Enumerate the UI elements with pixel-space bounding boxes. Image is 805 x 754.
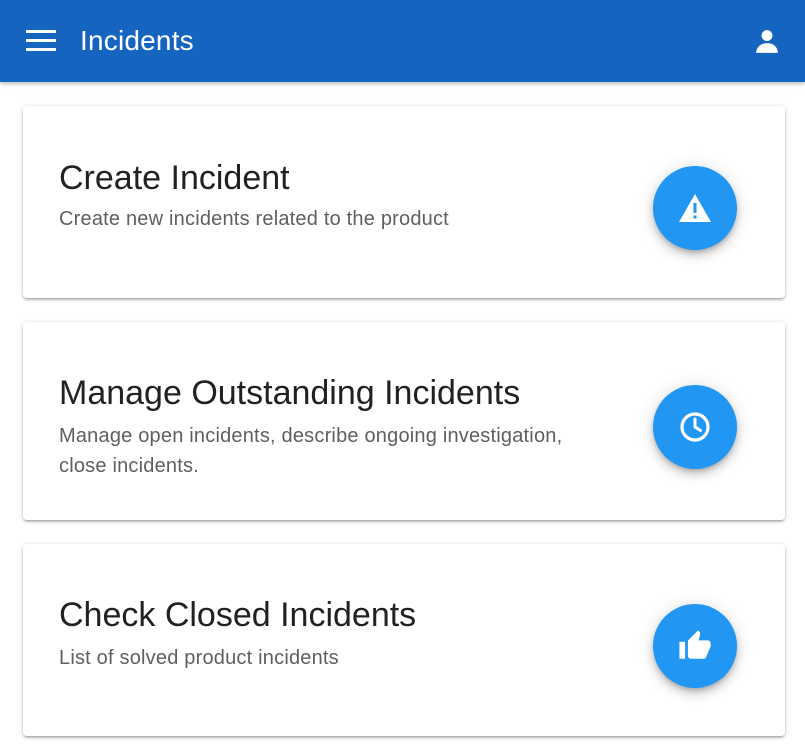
card-title: Check Closed Incidents bbox=[59, 596, 417, 634]
app-bar: Incidents bbox=[0, 0, 805, 82]
card-title: Manage Outstanding Incidents bbox=[59, 374, 521, 412]
create-incident-card[interactable]: Create Incident Create new incidents rel… bbox=[23, 106, 785, 298]
thumb-up-icon bbox=[677, 629, 713, 663]
account-button[interactable] bbox=[747, 21, 787, 61]
card-description: Manage open incidents, describe ongoing … bbox=[59, 425, 563, 477]
page-title: Incidents bbox=[80, 25, 194, 56]
card-description: Create new incidents related to the prod… bbox=[59, 208, 449, 230]
manage-incidents-button[interactable] bbox=[653, 385, 737, 469]
warning-icon bbox=[677, 192, 713, 224]
closed-incidents-card[interactable]: Check Closed Incidents List of solved pr… bbox=[23, 544, 785, 736]
closed-incidents-button[interactable] bbox=[653, 604, 737, 688]
card-title: Create Incident bbox=[59, 159, 290, 197]
account-icon bbox=[754, 28, 780, 54]
menu-icon bbox=[26, 30, 56, 52]
card-description: List of solved product incidents bbox=[59, 647, 339, 669]
manage-incidents-card[interactable]: Manage Outstanding Incidents Manage open… bbox=[23, 322, 785, 520]
create-incident-button[interactable] bbox=[653, 166, 737, 250]
clock-icon bbox=[678, 410, 712, 444]
menu-button[interactable] bbox=[21, 21, 61, 61]
